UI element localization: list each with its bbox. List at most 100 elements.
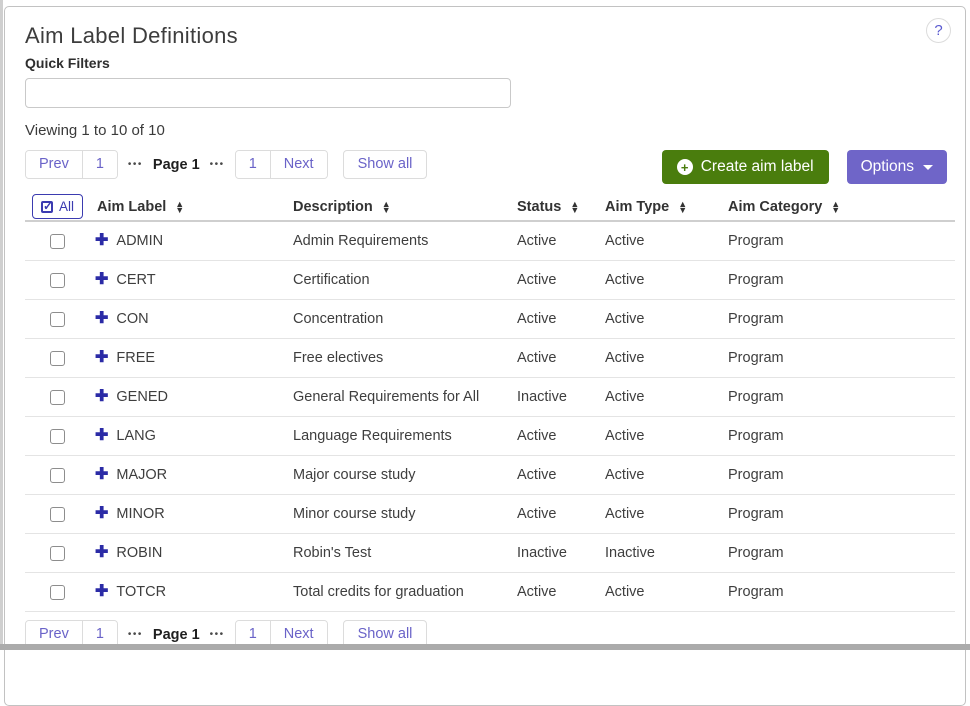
expand-plus-icon[interactable]: ✚ [95, 545, 108, 561]
aim-label-text: GENED [116, 389, 168, 405]
column-header-aim-type: Aim Type ▲▼ [605, 199, 728, 215]
aim-category-text: Program [728, 311, 955, 327]
description-text: Major course study [293, 467, 517, 483]
aim-category-text: Program [728, 350, 955, 366]
description-text: Language Requirements [293, 428, 517, 444]
sort-icon[interactable]: ▲▼ [831, 201, 840, 213]
status-text: Inactive [517, 389, 605, 405]
aim-label-text: TOTCR [116, 584, 166, 600]
column-header-status: Status ▲▼ [517, 199, 605, 215]
aim-type-text: Active [605, 428, 728, 444]
table-row: ✚ MINOR Minor course study Active Active… [25, 495, 955, 534]
row-checkbox[interactable] [50, 507, 65, 522]
aim-category-text: Program [728, 467, 955, 483]
row-checkbox[interactable] [50, 312, 65, 327]
page-number-button[interactable]: 1 [82, 151, 117, 178]
aim-category-text: Program [728, 545, 955, 561]
page-title: Aim Label Definitions [25, 22, 949, 50]
description-text: Free electives [293, 350, 517, 366]
aim-type-text: Active [605, 350, 728, 366]
table-row: ✚ GENED General Requirements for All Ina… [25, 378, 955, 417]
quick-filters-input[interactable] [25, 78, 511, 108]
create-aim-label-button[interactable]: + Create aim label [662, 150, 829, 184]
aim-label-text: ADMIN [116, 233, 163, 249]
expand-plus-icon[interactable]: ✚ [95, 272, 108, 288]
expand-plus-icon[interactable]: ✚ [95, 311, 108, 327]
action-buttons: + Create aim label Options [662, 150, 947, 184]
column-header-aim-category: Aim Category ▲▼ [728, 199, 955, 215]
row-checkbox[interactable] [50, 234, 65, 249]
aim-label-text: FREE [116, 350, 155, 366]
aim-type-text: Active [605, 467, 728, 483]
aim-label-text: MINOR [116, 506, 164, 522]
description-text: Robin's Test [293, 545, 517, 561]
row-checkbox[interactable] [50, 546, 65, 561]
description-text: Total credits for graduation [293, 584, 517, 600]
status-text: Inactive [517, 545, 605, 561]
page-left-edge [0, 0, 3, 650]
table-row: ✚ ROBIN Robin's Test Inactive Inactive P… [25, 534, 955, 573]
table-row: ✚ FREE Free electives Active Active Prog… [25, 339, 955, 378]
expand-plus-icon[interactable]: ✚ [95, 350, 108, 366]
status-text: Active [517, 506, 605, 522]
status-text: Active [517, 311, 605, 327]
description-text: Concentration [293, 311, 517, 327]
status-text: Active [517, 350, 605, 366]
aim-label-text: CON [116, 311, 148, 327]
expand-plus-icon[interactable]: ✚ [95, 389, 108, 405]
ellipsis-icon: ••• [128, 159, 143, 170]
aim-category-text: Program [728, 272, 955, 288]
aim-label-text: ROBIN [116, 545, 162, 561]
next-page-button[interactable]: Next [270, 151, 327, 178]
current-page-label: Page 1 [153, 627, 200, 643]
description-text: Admin Requirements [293, 233, 517, 249]
aim-labels-table: ✓ All Aim Label ▲▼ Description ▲▼ Status… [25, 193, 955, 612]
sort-icon[interactable]: ▲▼ [382, 201, 391, 213]
aim-category-text: Program [728, 428, 955, 444]
row-checkbox[interactable] [50, 468, 65, 483]
sort-icon[interactable]: ▲▼ [678, 201, 687, 213]
table-row: ✚ LANG Language Requirements Active Acti… [25, 417, 955, 456]
expand-plus-icon[interactable]: ✚ [95, 506, 108, 522]
row-checkbox[interactable] [50, 273, 65, 288]
column-header-aim-label: Aim Label ▲▼ [93, 199, 293, 215]
sort-icon[interactable]: ▲▼ [175, 201, 184, 213]
row-checkbox[interactable] [50, 351, 65, 366]
column-header-description: Description ▲▼ [293, 199, 517, 215]
row-checkbox[interactable] [50, 429, 65, 444]
row-checkbox[interactable] [50, 585, 65, 600]
help-button[interactable]: ? [926, 18, 951, 43]
quick-filters-label: Quick Filters [25, 55, 949, 71]
select-all-button[interactable]: ✓ All [32, 194, 83, 219]
aim-type-text: Active [605, 272, 728, 288]
row-checkbox[interactable] [50, 390, 65, 405]
description-text: Certification [293, 272, 517, 288]
options-text: Options [861, 158, 914, 176]
status-text: Active [517, 272, 605, 288]
aim-category-text: Program [728, 584, 955, 600]
plus-circle-icon: + [677, 159, 693, 175]
table-row: ✚ TOTCR Total credits for graduation Act… [25, 573, 955, 612]
page-number-button[interactable]: 1 [236, 151, 270, 178]
caret-down-icon [923, 165, 933, 170]
expand-plus-icon[interactable]: ✚ [95, 584, 108, 600]
table-row: ✚ MAJOR Major course study Active Active… [25, 456, 955, 495]
table-row: ✚ ADMIN Admin Requirements Active Active… [25, 222, 955, 261]
prev-page-button[interactable]: Prev [26, 151, 82, 178]
options-dropdown-button[interactable]: Options [847, 150, 947, 184]
question-mark-icon: ? [934, 22, 942, 39]
sort-icon[interactable]: ▲▼ [570, 201, 579, 213]
expand-plus-icon[interactable]: ✚ [95, 428, 108, 444]
expand-plus-icon[interactable]: ✚ [95, 233, 108, 249]
viewing-status-text: Viewing 1 to 10 of 10 [25, 122, 949, 139]
aim-label-text: LANG [116, 428, 156, 444]
expand-plus-icon[interactable]: ✚ [95, 467, 108, 483]
aim-category-text: Program [728, 506, 955, 522]
status-text: Active [517, 233, 605, 249]
aim-type-text: Active [605, 389, 728, 405]
aim-type-text: Active [605, 584, 728, 600]
show-all-button[interactable]: Show all [343, 150, 428, 179]
aim-category-text: Program [728, 389, 955, 405]
create-aim-label-text: Create aim label [701, 158, 814, 176]
checkbox-checked-icon: ✓ [41, 201, 53, 213]
